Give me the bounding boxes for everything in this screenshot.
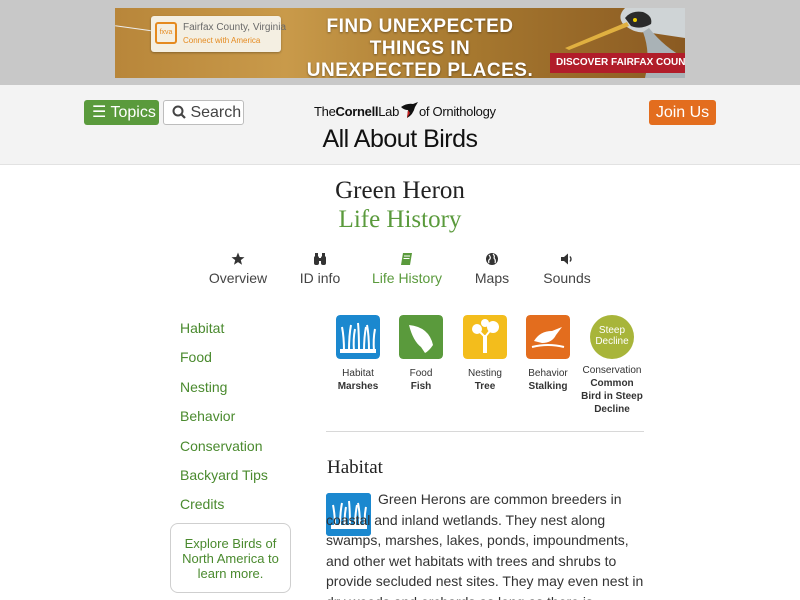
tab-sounds[interactable]: Sounds bbox=[540, 252, 594, 286]
fact-behavior-value: Stalking bbox=[528, 381, 568, 392]
tab-maps[interactable]: Maps bbox=[472, 252, 512, 286]
menu-icon: ☰ bbox=[92, 104, 107, 121]
ad-headline: FIND UNEXPECTED THINGS IN UNEXPECTED PLA… bbox=[306, 16, 534, 78]
tab-overview[interactable]: Overview bbox=[205, 252, 271, 286]
sidebar-item-habitat[interactable]: Habitat bbox=[180, 320, 268, 349]
cornell-bird-icon bbox=[401, 102, 418, 118]
fact-habitat[interactable]: Habitat Marshes bbox=[326, 315, 390, 393]
site-title[interactable]: All About Birds bbox=[0, 125, 800, 154]
fish-icon bbox=[399, 315, 443, 359]
tab-id-info[interactable]: ID info bbox=[295, 252, 345, 286]
ad-banner[interactable]: fxva Fairfax County, Virginia Connect wi… bbox=[115, 8, 685, 78]
conservation-badge: Steep Decline bbox=[590, 315, 634, 359]
logo-the: The bbox=[314, 104, 336, 119]
explore-birds-link[interactable]: Explore Birds of North America to learn … bbox=[170, 523, 291, 593]
sidebar-item-nesting[interactable]: Nesting bbox=[180, 379, 268, 408]
tab-life-history-label: Life History bbox=[371, 270, 443, 286]
fxva-logo-icon: fxva bbox=[155, 22, 177, 44]
fact-conservation-label: Conservation bbox=[582, 365, 642, 376]
star-icon bbox=[231, 252, 245, 265]
book-icon bbox=[401, 253, 412, 265]
fact-nesting-label: Nesting bbox=[468, 368, 502, 379]
habitat-heading: Habitat bbox=[327, 457, 383, 478]
marsh-icon bbox=[336, 315, 380, 359]
fact-behavior-label: Behavior bbox=[528, 368, 568, 379]
ad-tag-subtitle: Connect with America bbox=[183, 36, 261, 45]
sidebar-item-backyard-tips[interactable]: Backyard Tips bbox=[180, 467, 268, 496]
topics-button[interactable]: ☰ Topics bbox=[84, 100, 159, 125]
species-name: Green Heron bbox=[335, 177, 465, 204]
search-button[interactable]: Search bbox=[163, 100, 244, 125]
ad-band: fxva Fairfax County, Virginia Connect wi… bbox=[0, 0, 800, 85]
binoculars-icon bbox=[314, 253, 326, 265]
fact-nesting-value: Tree bbox=[474, 381, 496, 392]
fact-conservation[interactable]: Steep Decline Conservation Common Bird i… bbox=[580, 315, 644, 416]
topics-label: Topics bbox=[110, 104, 156, 121]
conservation-badge-text: Steep Decline bbox=[595, 325, 629, 347]
tab-overview-label: Overview bbox=[208, 270, 268, 286]
speaker-icon bbox=[561, 253, 572, 265]
search-icon bbox=[172, 105, 186, 119]
join-us-button[interactable]: Join Us bbox=[649, 100, 716, 125]
site-header: ☰ Topics Search TheCornellLab of Ornithol… bbox=[0, 85, 800, 165]
ad-cta-button[interactable]: DISCOVER FAIRFAX COUNTY! bbox=[550, 53, 685, 73]
species-tabs: Overview ID info Life History Maps Sound… bbox=[200, 252, 600, 292]
sidebar-item-credits[interactable]: Credits bbox=[180, 496, 268, 525]
ad-tag-string bbox=[115, 25, 155, 32]
fact-food[interactable]: Food Fish bbox=[389, 315, 453, 393]
ad-tag: fxva Fairfax County, Virginia Connect wi… bbox=[151, 16, 286, 52]
habitat-text: Green Herons are common breeders in coas… bbox=[326, 491, 644, 600]
logo-of-ornithology: of Ornithology bbox=[419, 104, 496, 119]
stalking-bird-icon bbox=[526, 315, 570, 359]
tab-maps-label: Maps bbox=[474, 270, 510, 286]
logo-cornell: Cornell bbox=[335, 104, 379, 119]
globe-icon bbox=[486, 253, 498, 265]
ad-tag-title: Fairfax County, Virginia bbox=[183, 22, 287, 33]
fact-conservation-value: Common Bird in Steep Decline bbox=[581, 378, 643, 415]
sidebar-item-conservation[interactable]: Conservation bbox=[180, 438, 268, 467]
sidebar-item-behavior[interactable]: Behavior bbox=[180, 408, 268, 437]
logo-lab: Lab bbox=[378, 104, 399, 119]
tree-icon bbox=[463, 315, 507, 359]
search-label: Search bbox=[190, 104, 242, 121]
sidebar-nav: Habitat Food Nesting Behavior Conservati… bbox=[180, 320, 268, 526]
tab-life-history[interactable]: Life History bbox=[370, 252, 444, 286]
fact-behavior[interactable]: Behavior Stalking bbox=[516, 315, 580, 393]
tab-sounds-label: Sounds bbox=[543, 270, 591, 286]
fact-habitat-value: Marshes bbox=[337, 381, 379, 392]
tab-id-info-label: ID info bbox=[299, 270, 341, 286]
section-divider bbox=[326, 431, 644, 432]
fact-habitat-label: Habitat bbox=[342, 368, 374, 379]
page-title: Life History bbox=[338, 206, 462, 233]
fact-food-label: Food bbox=[409, 368, 433, 379]
cornell-lab-logo[interactable]: TheCornellLab of Ornithology bbox=[314, 101, 496, 123]
fact-food-value: Fish bbox=[410, 381, 432, 392]
fact-nesting[interactable]: Nesting Tree bbox=[453, 315, 517, 393]
sidebar-item-food[interactable]: Food bbox=[180, 349, 268, 378]
